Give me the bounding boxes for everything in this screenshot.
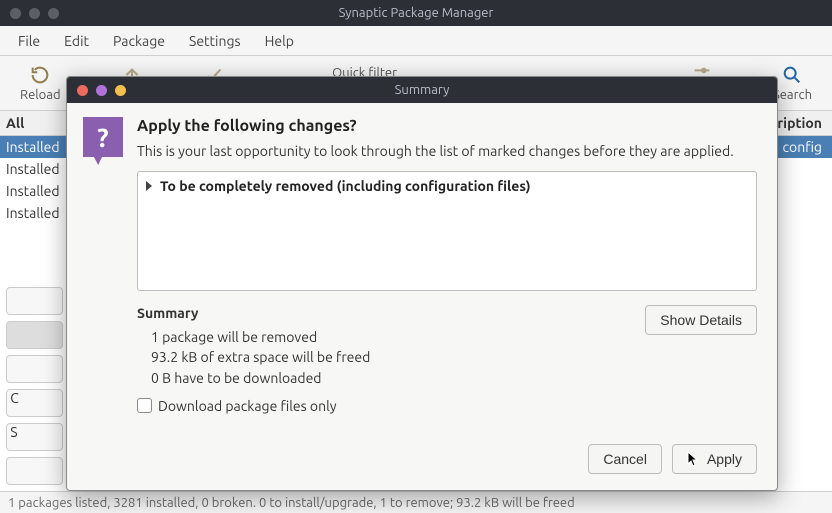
cancel-button[interactable]: Cancel [588, 444, 662, 474]
menubar: File Edit Package Settings Help [0, 26, 832, 56]
sidebar-filter-buttons: C S [0, 281, 69, 491]
dialog-window-controls[interactable] [77, 85, 126, 96]
summary-line-download: 0 B have to be downloaded [137, 368, 633, 388]
dialog-icon-area: ? [83, 117, 123, 428]
dialog-heading: Apply the following changes? [137, 117, 757, 135]
main-window-titlebar: Synaptic Package Manager [0, 0, 832, 26]
download-only-checkbox[interactable] [137, 398, 152, 413]
summary-title: Summary [137, 305, 633, 321]
summary-line-freed: 93.2 kB of extra space will be freed [137, 347, 633, 367]
menu-package[interactable]: Package [103, 29, 175, 53]
window-controls[interactable] [10, 8, 59, 19]
expand-triangle-icon[interactable] [146, 181, 152, 191]
dialog-close-dot[interactable] [77, 85, 88, 96]
sidebar-header[interactable]: All [0, 111, 69, 136]
dialog-max-dot[interactable] [115, 85, 126, 96]
download-only-row[interactable]: Download package files only [137, 398, 757, 414]
dialog-subheading: This is your last opportunity to look th… [137, 143, 757, 159]
search-icon [781, 64, 803, 86]
refresh-icon [29, 64, 51, 86]
sidebar-row[interactable]: Installed [0, 136, 69, 158]
arch-button[interactable] [6, 457, 63, 485]
close-dot[interactable] [10, 8, 21, 19]
statusbar: 1 packages listed, 3281 installed, 0 bro… [0, 491, 832, 513]
search-label: Search [773, 88, 812, 102]
menu-help[interactable]: Help [255, 29, 304, 53]
change-section-remove[interactable]: To be completely removed (including conf… [146, 178, 748, 194]
search-results-button[interactable]: S [6, 423, 63, 451]
summary-dialog: Summary ? Apply the following changes? T… [66, 76, 778, 491]
dialog-action-bar: Cancel Apply [67, 440, 777, 490]
minimize-dot[interactable] [29, 8, 40, 19]
category-sidebar[interactable]: All Installed Installed Installed Instal… [0, 111, 70, 491]
origin-button[interactable] [6, 355, 63, 383]
maximize-dot[interactable] [48, 8, 59, 19]
dialog-titlebar: Summary [67, 77, 777, 103]
status-button[interactable] [6, 321, 63, 349]
summary-line-removed: 1 package will be removed [137, 327, 633, 347]
sidebar-row[interactable]: Installed [0, 158, 69, 180]
apply-button[interactable]: Apply [672, 444, 757, 474]
window-title: Synaptic Package Manager [339, 6, 494, 20]
change-section-label: To be completely removed (including conf… [160, 178, 531, 194]
custom-button[interactable]: C [6, 389, 63, 417]
status-text: 1 packages listed, 3281 installed, 0 bro… [8, 496, 575, 510]
cursor-icon [687, 451, 699, 467]
menu-settings[interactable]: Settings [179, 29, 251, 53]
show-details-button[interactable]: Show Details [645, 305, 757, 335]
summary-text-block: Summary 1 package will be removed 93.2 k… [137, 305, 633, 388]
reload-label: Reload [20, 88, 61, 102]
dialog-min-dot[interactable] [96, 85, 107, 96]
search-button[interactable]: Search [773, 64, 812, 102]
sidebar-row[interactable]: Installed [0, 202, 69, 224]
download-only-label: Download package files only [158, 398, 337, 414]
sidebar-row[interactable]: Installed [0, 180, 69, 202]
question-icon: ? [83, 117, 123, 157]
menu-edit[interactable]: Edit [54, 29, 99, 53]
changes-tree[interactable]: To be completely removed (including conf… [137, 171, 757, 291]
reload-button[interactable]: Reload [20, 64, 61, 102]
dialog-title: Summary [395, 83, 450, 97]
apply-label: Apply [707, 451, 742, 467]
menu-file[interactable]: File [8, 29, 50, 53]
sections-button[interactable] [6, 287, 63, 315]
